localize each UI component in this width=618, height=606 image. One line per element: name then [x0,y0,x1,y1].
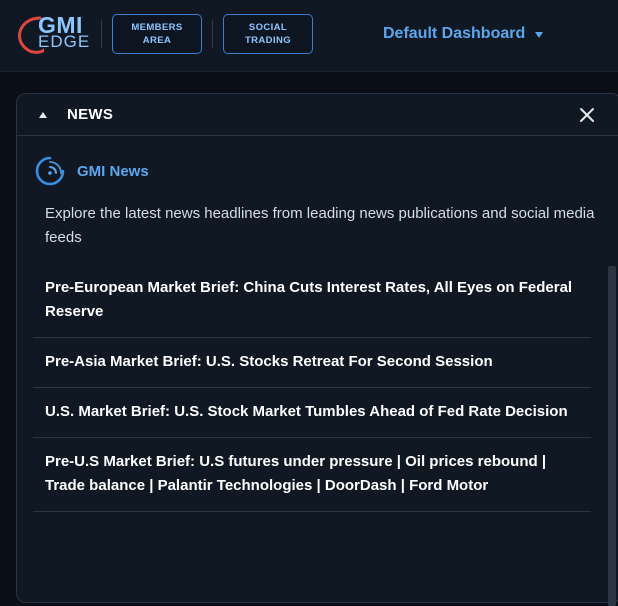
panel-description: Explore the latest news headlines from l… [45,205,595,246]
chevron-down-icon [535,32,544,38]
logo-text-edge: EDGE [38,32,91,51]
divider [212,20,213,48]
panel-header: NEWS [17,94,618,136]
panel-scrollbar[interactable] [608,266,616,606]
rss-icon [35,156,65,186]
social-trading-button[interactable]: SOCIAL TRADING [223,14,313,54]
divider [101,20,102,48]
news-headline[interactable]: Pre-U.S Market Brief: U.S futures under … [33,438,591,512]
news-source-name[interactable]: GMI News [77,163,149,180]
news-headline[interactable]: Pre-European Market Brief: China Cuts In… [33,264,591,338]
panel-title: NEWS [67,106,114,123]
news-source: GMI News [35,156,149,186]
news-headline[interactable]: U.S. Market Brief: U.S. Stock Market Tum… [33,388,591,438]
members-area-button[interactable]: MEMBERS AREA [112,14,202,54]
news-list: Pre-European Market Brief: China Cuts In… [33,264,591,512]
news-panel: NEWS GMI News Explore the latest news he… [16,93,618,606]
dashboard-select[interactable]: Default Dashboard [383,22,544,46]
close-icon[interactable] [579,107,595,123]
news-headline[interactable]: Pre-Asia Market Brief: U.S. Stocks Retre… [33,338,591,388]
dashboard-select-label: Default Dashboard [383,25,526,42]
gmi-edge-logo[interactable]: GMI EDGE [14,12,94,56]
top-navigation-bar: GMI EDGE MEMBERS AREA SOCIAL TRADING Def… [0,0,618,72]
collapse-up-icon[interactable] [39,112,47,118]
